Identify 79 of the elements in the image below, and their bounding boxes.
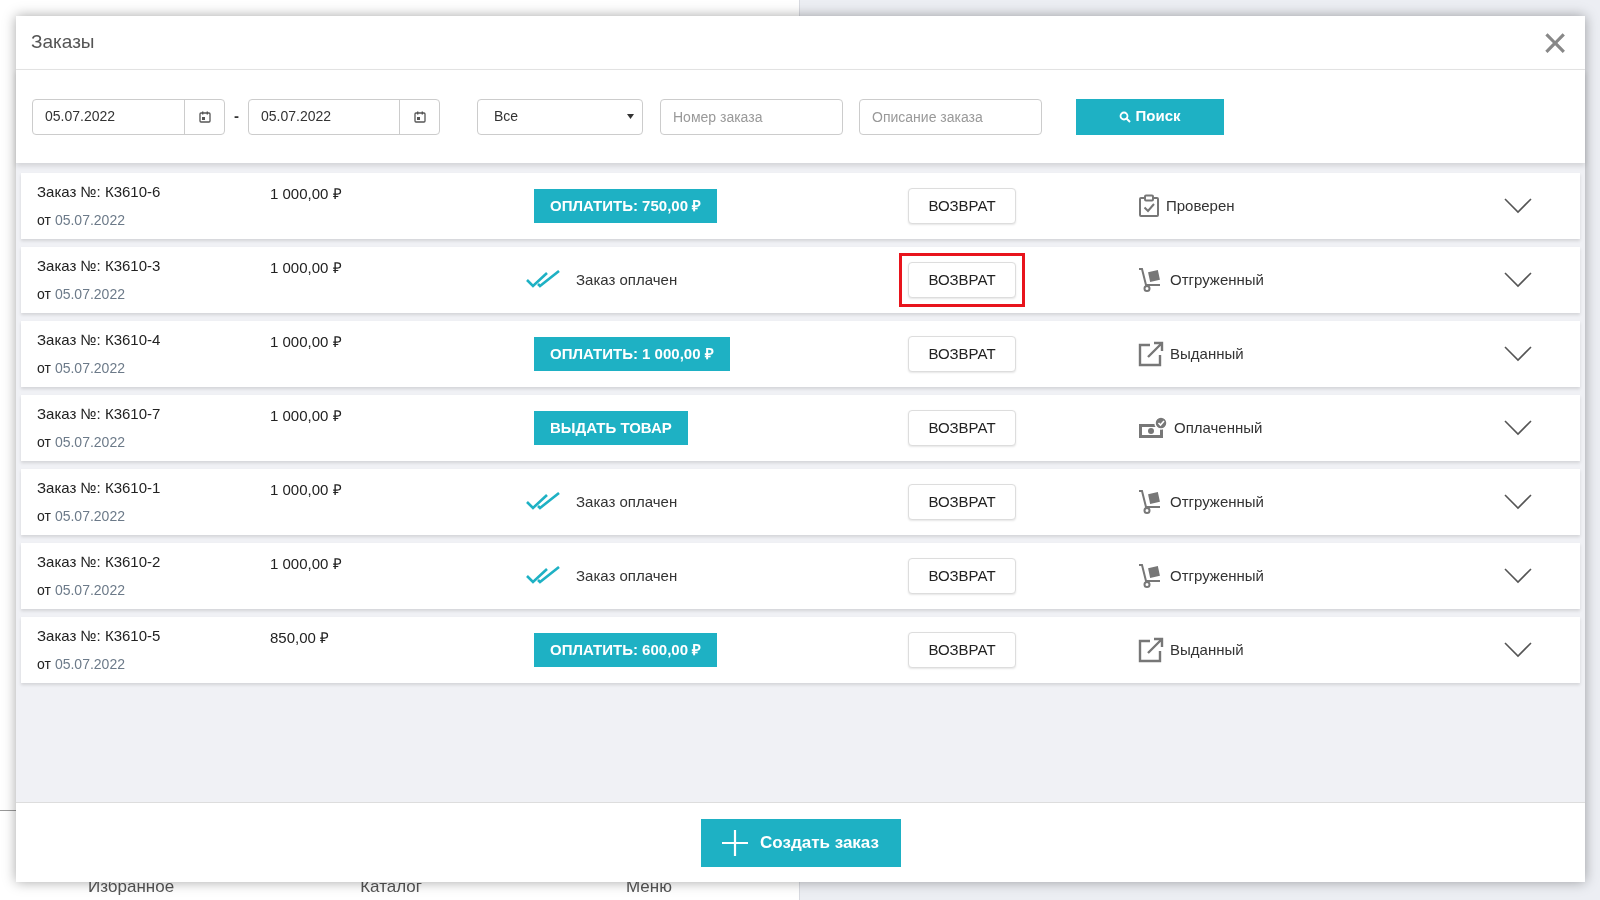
order-amount: 1 000,00 ₽ [270,481,342,498]
date-prefix: от [37,358,51,378]
date-prefix: от [37,580,51,600]
return-button[interactable]: ВОЗВРАТ [908,188,1016,224]
paid-status-text: Заказ оплачен [576,269,678,290]
return-button[interactable]: ВОЗВРАТ [908,262,1016,298]
paid-status-text: Заказ оплачен [576,491,678,512]
banknote-check-icon [1138,416,1168,440]
order-status: Оплаченный [1174,417,1263,438]
external-link-icon [1138,341,1164,367]
calendar-icon [198,110,211,123]
order-number: Заказ №: К3610-2 [37,552,162,573]
paid-status-text: Заказ оплачен [576,565,678,586]
chevron-down-icon[interactable] [1504,494,1532,510]
order-date: 05.07.2022 [54,580,125,600]
plus-icon [722,829,749,856]
order-status: Отгруженный [1170,491,1264,512]
order-number: Заказ №: К3610-5 [37,626,162,647]
order-date: 05.07.2022 [54,284,125,304]
order-row[interactable]: Заказ №: К3610-1 от 05.07.2022 1 000,00 ₽ Заказ оплачен ВОЗВРАТ Отгруженный [21,469,1580,535]
chevron-down-icon[interactable] [1504,642,1532,658]
search-icon [1119,110,1132,123]
date-prefix: от [37,432,51,452]
clipboard-check-icon [1138,194,1160,218]
order-amount: 1 000,00 ₽ [270,185,342,202]
order-amount: 850,00 ₽ [270,629,330,646]
order-status: Отгруженный [1170,565,1264,586]
order-date: 05.07.2022 [54,654,125,674]
date-prefix: от [37,506,51,526]
calendar-icon [413,110,426,123]
order-row[interactable]: Заказ №: К3610-6 от 05.07.2022 1 000,00 ₽ ОПЛАТИТЬ: 750,00 ₽ ВОЗВРАТ Проверен [21,173,1580,239]
chevron-down-icon[interactable] [1504,198,1532,214]
order-amount: 1 000,00 ₽ [270,259,342,276]
date-from-field[interactable]: 05.07.2022 [32,98,225,135]
order-row[interactable]: Заказ №: К3610-3 от 05.07.2022 1 000,00 ₽ Заказ оплачен ВОЗВРАТ Отгруженный [21,247,1580,313]
order-row[interactable]: Заказ №: К3610-4 от 05.07.2022 1 000,00 ₽ ОПЛАТИТЬ: 1 000,00 ₽ ВОЗВРАТ Выданный [21,321,1580,387]
chevron-down-icon[interactable] [1504,420,1532,436]
order-number-field[interactable]: Номер заказа [660,98,843,135]
chevron-down-icon[interactable] [1504,346,1532,362]
order-status: Выданный [1170,639,1244,660]
date-to-field[interactable]: 05.07.2022 [248,98,440,135]
chevron-down-icon[interactable] [1504,568,1532,584]
date-prefix: от [37,210,51,230]
order-date: 05.07.2022 [54,432,125,452]
return-button[interactable]: ВОЗВРАТ [908,410,1016,446]
order-amount: 1 000,00 ₽ [270,555,342,572]
order-status: Выданный [1170,343,1244,364]
order-number: Заказ №: К3610-6 [37,182,162,203]
date-prefix: от [37,284,51,304]
double-check-icon [526,566,560,586]
return-button[interactable]: ВОЗВРАТ [908,336,1016,372]
order-date: 05.07.2022 [54,358,125,378]
order-row[interactable]: Заказ №: К3610-7 от 05.07.2022 1 000,00 ₽ ВЫДАТЬ ТОВАР ВОЗВРАТ Оплаченный [21,395,1580,461]
order-description-field[interactable]: Описание заказа [859,98,1042,135]
order-number: Заказ №: К3610-7 [37,404,162,425]
order-date: 05.07.2022 [54,506,125,526]
order-row[interactable]: Заказ №: К3610-2 от 05.07.2022 1 000,00 ₽ Заказ оплачен ВОЗВРАТ Отгруженный [21,543,1580,609]
order-amount: 1 000,00 ₽ [270,407,342,424]
order-status: Отгруженный [1170,269,1264,290]
order-amount: 1 000,00 ₽ [270,333,342,350]
order-number: Заказ №: К3610-3 [37,256,162,277]
double-check-icon [526,492,560,512]
close-button[interactable]: × [1542,20,1568,65]
order-date: 05.07.2022 [54,210,125,230]
chevron-down-icon[interactable] [1504,272,1532,288]
dialog-title: Заказы [31,30,95,55]
external-link-icon [1138,637,1164,663]
return-button[interactable]: ВОЗВРАТ [908,632,1016,668]
order-status: Проверен [1166,195,1235,216]
return-button[interactable]: ВОЗВРАТ [908,558,1016,594]
date-separator: - [234,106,239,127]
double-check-icon [526,270,560,290]
order-number: Заказ №: К3610-4 [37,330,162,351]
date-prefix: от [37,654,51,674]
order-row[interactable]: Заказ №: К3610-5 от 05.07.2022 850,00 ₽ ОПЛАТИТЬ: 600,00 ₽ ВОЗВРАТ Выданный [21,617,1580,683]
order-number: Заказ №: К3610-1 [37,478,162,499]
return-button[interactable]: ВОЗВРАТ [908,484,1016,520]
status-select[interactable]: Все [477,98,643,135]
dropdown-caret-icon [627,114,634,119]
